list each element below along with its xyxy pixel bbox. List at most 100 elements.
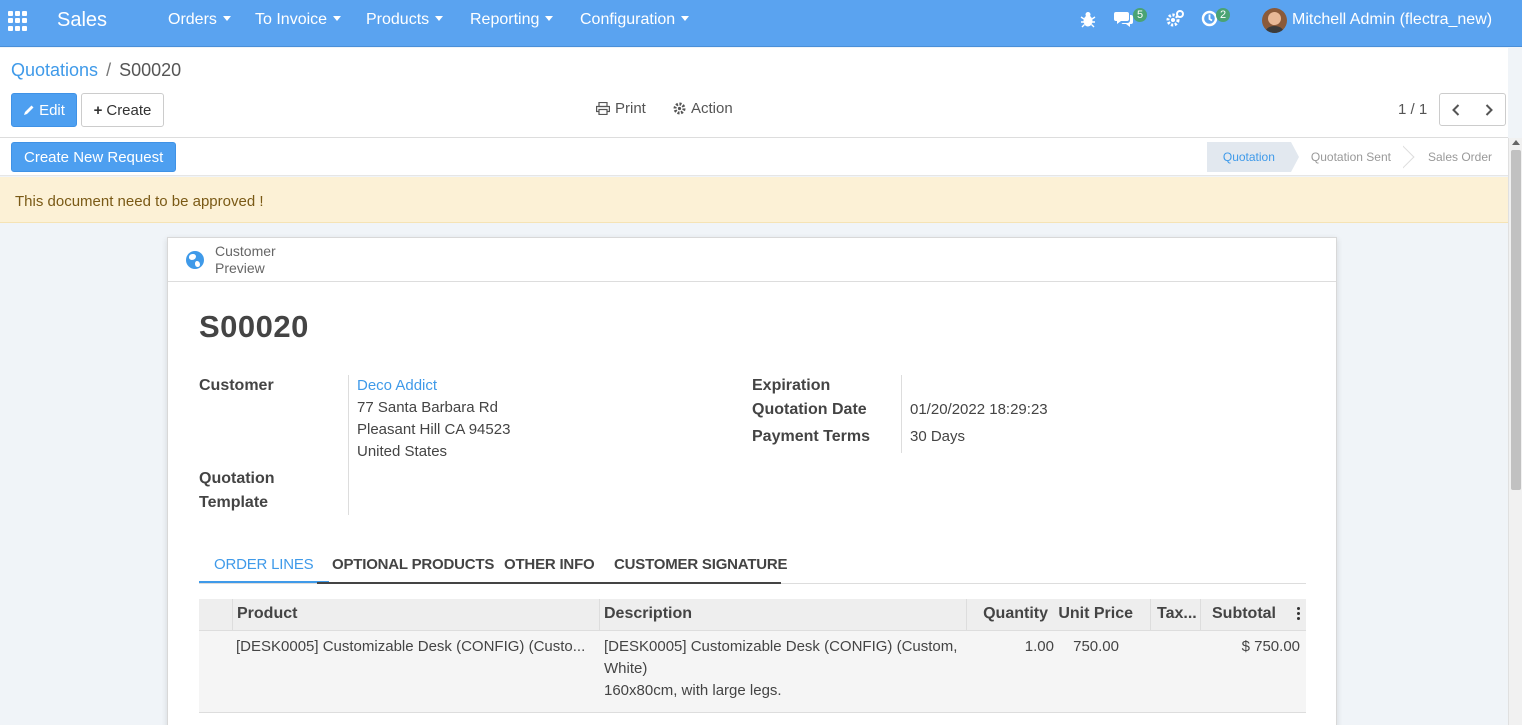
form-statusbar: Create New Request Quotation Quotation S… <box>0 138 1508 176</box>
button-box: Customer Preview <box>168 238 1336 282</box>
customer-preview-label: Customer Preview <box>215 243 276 277</box>
quotation-template-label-2: Template <box>199 494 269 511</box>
page-scrollbar[interactable] <box>1508 138 1522 725</box>
row-description[interactable]: [DESK0005] Customizable Desk (CONFIG) (C… <box>604 636 964 702</box>
stage-quotation-sent-label: Quotation Sent <box>1310 150 1391 164</box>
payment-terms-value: 30 Days <box>910 428 966 445</box>
column-taxes[interactable]: Tax... <box>1157 599 1197 631</box>
row-product[interactable]: [DESK0005] Customizable Desk (CONFIG) (C… <box>236 636 591 658</box>
customer-link[interactable]: Deco Addict <box>357 377 437 394</box>
print-menu[interactable]: Print <box>596 100 646 117</box>
debug-bug-icon[interactable] <box>1080 10 1096 30</box>
customer-label: Customer <box>199 377 274 394</box>
app-brand[interactable]: Sales <box>57 9 107 32</box>
expiration-label: Expiration <box>752 377 831 394</box>
settings-gears-icon[interactable] <box>1166 10 1184 30</box>
create-button[interactable]: + Create <box>81 93 164 127</box>
scroll-up-arrow-icon[interactable] <box>1512 140 1520 145</box>
stage-quotation[interactable]: Quotation <box>1206 142 1299 172</box>
action-label: Action <box>691 100 733 117</box>
stage-chevron-icon <box>1403 142 1415 172</box>
chat-bubbles-icon <box>1114 12 1133 27</box>
optional-columns-kebab-icon[interactable] <box>1297 607 1301 621</box>
row-subtotal: $ 750.00 <box>1241 638 1300 655</box>
tab-optional-products[interactable]: OPTIONAL PRODUCTS <box>317 548 509 583</box>
user-menu[interactable]: Mitchell Admin (flectra_new) <box>1262 7 1492 33</box>
quotation-template-label-1: Quotation <box>199 470 275 487</box>
menu-configuration[interactable]: Configuration <box>580 11 690 29</box>
approval-alert: This document need to be approved ! <box>0 177 1508 223</box>
create-new-request-button[interactable]: Create New Request <box>11 142 177 172</box>
print-label: Print <box>615 100 646 117</box>
globe-icon <box>186 251 204 269</box>
stage-quotation-label: Quotation <box>1222 150 1275 164</box>
quotation-date-value: 01/20/2022 18:29:23 <box>910 401 1048 418</box>
user-name: Mitchell Admin (flectra_new) <box>1292 11 1493 28</box>
stage-pipeline: Quotation Quotation Sent Sales Order <box>1206 142 1508 172</box>
customer-address-line2: Pleasant Hill CA 94523 <box>357 421 511 438</box>
column-description[interactable]: Description <box>604 599 959 631</box>
scrollbar-thumb[interactable] <box>1511 150 1521 490</box>
table-header: Product Description Quantity Unit Price … <box>199 599 1306 631</box>
column-divider <box>232 599 233 631</box>
column-divider <box>599 599 600 631</box>
row-unit-price[interactable]: 750.00 <box>1054 636 1119 658</box>
stage-sales-order-label: Sales Order <box>1427 150 1492 164</box>
edit-button-label: Edit <box>39 101 65 119</box>
menu-orders[interactable]: Orders <box>168 11 231 29</box>
action-menu[interactable]: Action <box>673 100 733 117</box>
plus-icon: + <box>93 101 103 119</box>
caret-down-icon <box>435 16 444 21</box>
payment-terms-label: Payment Terms <box>752 428 870 445</box>
customer-preview-line1: Customer <box>215 243 276 259</box>
tabs-underline <box>317 582 781 584</box>
pager-previous-button[interactable] <box>1439 93 1473 126</box>
form-sheet: Customer Preview S00020 Customer Deco Ad… <box>167 237 1337 725</box>
breadcrumb: Quotations / S00020 <box>11 60 181 81</box>
messages-button[interactable]: 5 <box>1114 8 1150 30</box>
control-panel: Quotations / S00020 Edit + Create Print Ac… <box>0 48 1508 138</box>
breadcrumb-current: S00020 <box>119 60 182 80</box>
customer-preview-button[interactable]: Customer Preview <box>168 238 286 281</box>
activities-button[interactable]: 2 <box>1201 8 1237 30</box>
top-navbar: Sales Orders To Invoice Products Reporti… <box>0 0 1522 47</box>
quotation-date-label: Quotation Date <box>752 401 867 418</box>
gear-icon <box>673 102 686 115</box>
edit-button[interactable]: Edit <box>11 93 77 127</box>
column-unit-price[interactable]: Unit Price <box>1048 599 1133 631</box>
avatar <box>1262 7 1287 33</box>
column-divider <box>1150 599 1151 631</box>
pencil-icon <box>24 105 34 115</box>
menu-to-invoice-label: To Invoice <box>255 11 328 28</box>
menu-reporting-label: Reporting <box>470 11 540 28</box>
table-row[interactable]: [DESK0005] Customizable Desk (CONFIG) (C… <box>199 631 1306 713</box>
apps-menu-icon[interactable] <box>8 11 28 31</box>
stage-sales-order[interactable]: Sales Order <box>1407 142 1508 172</box>
menu-configuration-label: Configuration <box>580 11 676 28</box>
order-lines-table: Product Description Quantity Unit Price … <box>199 599 1306 713</box>
create-new-request-label: Create New Request <box>24 148 164 166</box>
menu-reporting[interactable]: Reporting <box>470 11 554 29</box>
breadcrumb-quotations-link[interactable]: Quotations <box>11 60 98 80</box>
tab-other-info[interactable]: OTHER INFO <box>489 548 610 583</box>
tab-order-lines[interactable]: ORDER LINES <box>199 548 329 583</box>
caret-down-icon <box>681 16 690 21</box>
pager-next-button[interactable] <box>1472 93 1506 126</box>
pager-value[interactable]: 1 / 1 <box>1398 101 1427 118</box>
column-subtotal[interactable]: Subtotal <box>1200 599 1276 631</box>
caret-down-icon <box>222 16 231 21</box>
column-product[interactable]: Product <box>237 599 592 631</box>
approval-alert-text: This document need to be approved ! <box>15 193 264 210</box>
column-quantity[interactable]: Quantity <box>966 599 1048 631</box>
menu-products[interactable]: Products <box>366 11 444 29</box>
customer-address-line1: 77 Santa Barbara Rd <box>357 399 498 416</box>
field-divider <box>348 375 349 515</box>
chevron-left-icon <box>1452 103 1460 116</box>
customer-preview-line2: Preview <box>215 260 265 276</box>
caret-down-icon <box>545 16 554 21</box>
document-title: S00020 <box>199 309 309 344</box>
stage-quotation-sent[interactable]: Quotation Sent <box>1291 142 1407 172</box>
menu-to-invoice[interactable]: To Invoice <box>255 11 342 29</box>
row-quantity[interactable]: 1.00 <box>966 636 1054 658</box>
tab-customer-signature[interactable]: CUSTOMER SIGNATURE <box>599 548 802 583</box>
